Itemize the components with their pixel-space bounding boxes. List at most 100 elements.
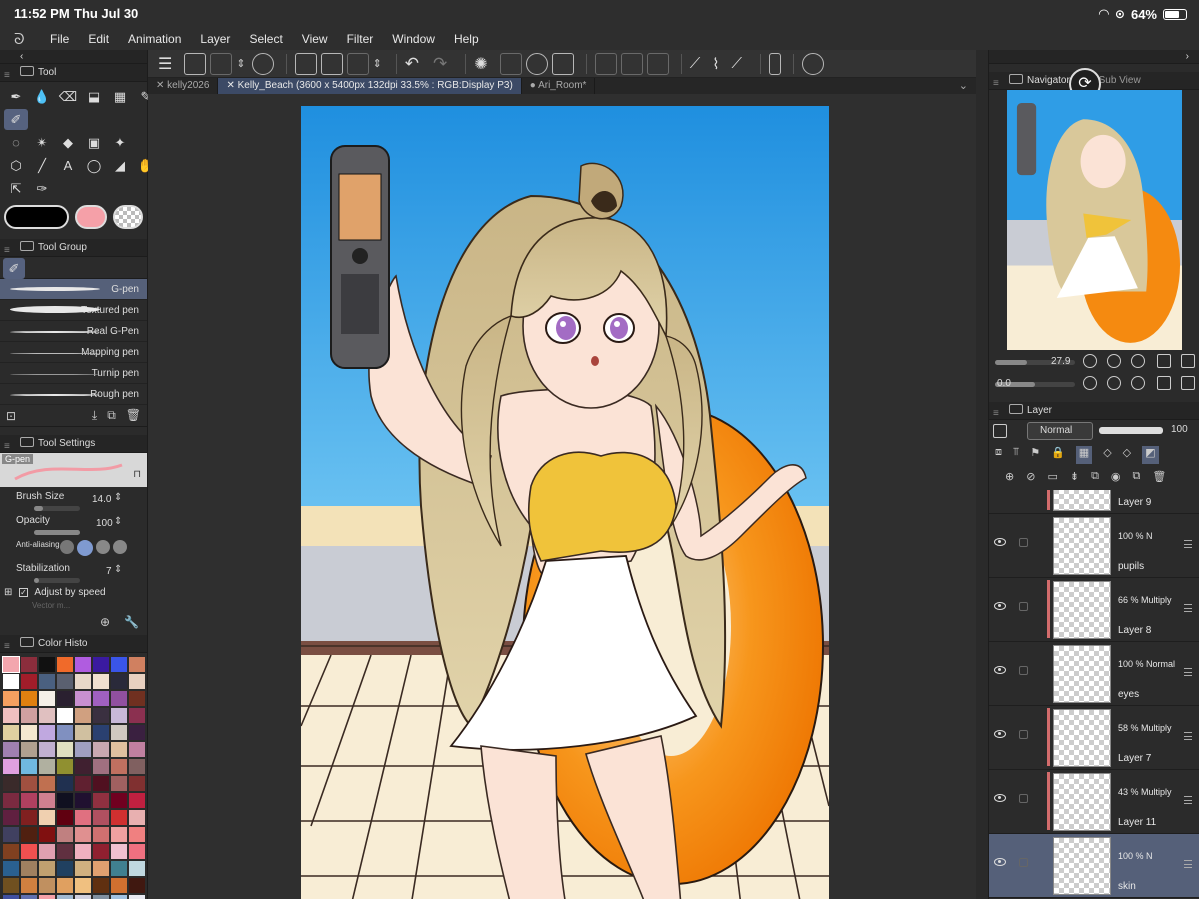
color-history-swatch[interactable] — [3, 691, 19, 706]
rotation-value[interactable]: 0.0 — [997, 378, 1011, 389]
color-history-swatch[interactable] — [93, 878, 109, 893]
color-history-swatch[interactable] — [57, 657, 73, 672]
open-folder-icon[interactable] — [320, 52, 343, 75]
frame-tool-icon[interactable]: ◢ — [108, 155, 132, 176]
color-history-swatch[interactable] — [57, 691, 73, 706]
color-history-swatch[interactable] — [21, 861, 37, 876]
color-history-swatch[interactable] — [21, 708, 37, 723]
redo-icon[interactable]: ↷ — [433, 54, 447, 74]
color-history-swatch[interactable] — [75, 742, 91, 757]
color-history-swatch[interactable] — [93, 742, 109, 757]
actual-size-icon[interactable] — [1131, 354, 1145, 368]
color-history-swatch[interactable] — [57, 674, 73, 689]
color-history-swatch[interactable] — [93, 674, 109, 689]
zoom-out-icon[interactable] — [1083, 354, 1097, 368]
menu-layer[interactable]: Layer — [200, 32, 230, 46]
clear-icon[interactable] — [499, 52, 522, 75]
ruler-icon[interactable]: ◇ — [1123, 446, 1131, 464]
color-history-swatch[interactable] — [21, 691, 37, 706]
color-history-swatch[interactable] — [3, 674, 19, 689]
layer-color-toggle[interactable] — [993, 424, 1007, 438]
color-history-swatch[interactable] — [39, 776, 55, 791]
line-tool-icon[interactable]: ╱ — [30, 155, 54, 176]
brush-item-rough-pen[interactable]: Rough pen — [0, 384, 147, 405]
color-history-swatch[interactable] — [57, 725, 73, 740]
brush-item-g-pen[interactable]: G-pen — [0, 279, 147, 300]
stepper-icon[interactable]: ⇕ — [114, 564, 122, 575]
brush-icon[interactable]: ⌇ — [712, 55, 719, 73]
color-history-swatch[interactable] — [39, 759, 55, 774]
color-history-swatch[interactable] — [93, 657, 109, 672]
color-history-swatch[interactable] — [39, 725, 55, 740]
lock-icon[interactable]: ⊓ — [133, 469, 141, 480]
color-history-swatch[interactable] — [93, 827, 109, 842]
color-history-swatch[interactable] — [93, 691, 109, 706]
rotate-right-icon[interactable] — [1107, 376, 1121, 390]
color-history-swatch[interactable] — [21, 793, 37, 808]
color-history-swatch[interactable] — [111, 895, 127, 899]
duplicate-icon[interactable]: ⧉ — [107, 408, 116, 423]
color-history-swatch[interactable] — [93, 776, 109, 791]
brush-size-slider[interactable] — [34, 506, 80, 511]
layer-menu-icon[interactable] — [1184, 796, 1192, 804]
color-history-swatch[interactable] — [129, 793, 145, 808]
stepper-icon[interactable]: ⇕ — [236, 57, 245, 70]
color-history-swatch[interactable] — [129, 674, 145, 689]
magic-wand-icon[interactable]: ✴ — [30, 132, 54, 153]
grip-icon[interactable]: ≡ — [4, 242, 10, 260]
color-history-swatch[interactable] — [75, 827, 91, 842]
clip-studio-logo-icon[interactable]: ᘐ — [0, 31, 50, 48]
chevron-down-icon[interactable]: ⌄ — [951, 78, 976, 94]
color-history-swatch[interactable] — [57, 895, 73, 899]
layer-row[interactable]: 58 % Multiply Layer 7 — [989, 706, 1199, 770]
layer-row[interactable]: 66 % Multiply Layer 8 — [989, 578, 1199, 642]
zoom-value[interactable]: 27.9 — [1051, 356, 1070, 367]
color-history-swatch[interactable] — [3, 742, 19, 757]
resize-canvas-icon[interactable] — [184, 52, 207, 75]
stepper-icon[interactable]: ⇕ — [373, 57, 382, 70]
layer-menu-icon[interactable] — [1184, 860, 1192, 868]
color-history-swatch[interactable] — [75, 810, 91, 825]
eye-icon[interactable] — [994, 794, 1006, 802]
invert-selection-icon[interactable] — [620, 52, 643, 75]
color-history-swatch[interactable] — [2, 656, 20, 673]
canvas-area[interactable] — [148, 94, 976, 899]
layer-row[interactable]: Layer 9 — [989, 490, 1199, 514]
artwork-canvas[interactable] — [301, 106, 829, 899]
new-raster-layer-icon[interactable]: ⊕ — [1005, 470, 1014, 488]
color-history-swatch[interactable] — [111, 827, 127, 842]
pen-group-icon[interactable]: ✐ — [3, 258, 25, 279]
color-history-swatch[interactable] — [57, 793, 73, 808]
color-history-swatch[interactable] — [93, 759, 109, 774]
color-history-swatch[interactable] — [75, 674, 91, 689]
color-history-swatch[interactable] — [3, 861, 19, 876]
help-icon[interactable] — [802, 52, 825, 75]
color-history-swatch[interactable] — [75, 895, 91, 899]
layer-row[interactable]: 100 % N skin — [989, 834, 1199, 898]
tab-ari-room[interactable]: ● Ari_Room* — [522, 78, 596, 94]
color-history-swatch[interactable] — [129, 657, 145, 672]
layer-row[interactable]: 43 % Multiply Layer 11 — [989, 770, 1199, 834]
color-history-swatch[interactable] — [129, 759, 145, 774]
merge-icon[interactable]: ⇟ — [1070, 470, 1079, 488]
menu-animation[interactable]: Animation — [128, 32, 181, 46]
color-history-swatch[interactable] — [3, 776, 19, 791]
new-file-icon[interactable] — [294, 52, 317, 75]
layer-menu-icon[interactable] — [1184, 668, 1192, 676]
ruler-pen-icon[interactable]: ⟋ — [690, 55, 701, 72]
sub-color-swatch[interactable] — [75, 205, 108, 229]
color-history-swatch[interactable] — [3, 878, 19, 893]
rotate-left-icon[interactable] — [1083, 376, 1097, 390]
balloon-tool-icon[interactable]: ◯ — [82, 155, 106, 176]
eyedropper-tool-icon[interactable]: ✑ — [30, 178, 54, 199]
color-history-swatch[interactable] — [93, 708, 109, 723]
color-history-swatch[interactable] — [3, 827, 19, 842]
color-history-swatch[interactable] — [39, 674, 55, 689]
color-history-swatch[interactable] — [3, 793, 19, 808]
color-history-swatch[interactable] — [21, 657, 37, 672]
color-history-swatch[interactable] — [111, 810, 127, 825]
color-history-swatch[interactable] — [75, 759, 91, 774]
grip-icon[interactable]: ≡ — [993, 75, 999, 93]
color-history-swatch[interactable] — [21, 742, 37, 757]
lock-alpha-icon[interactable]: ▦ — [1075, 446, 1093, 464]
